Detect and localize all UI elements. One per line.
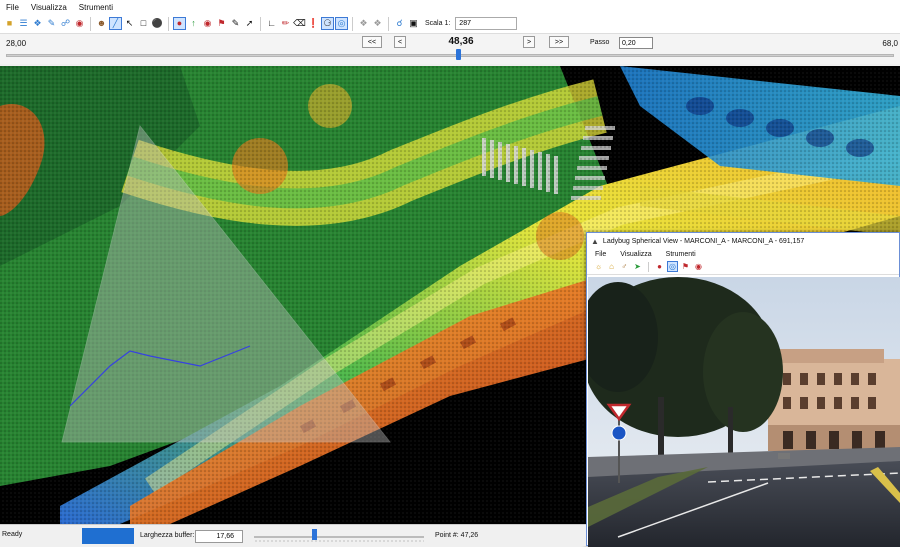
ladybug-window[interactable]: ▲ Ladybug Spherical View - MARCONI_A - M… bbox=[586, 232, 900, 547]
last-frame-button[interactable]: >> bbox=[549, 36, 569, 48]
fit-icon[interactable]: ▣ bbox=[408, 18, 419, 29]
camera-icon[interactable]: ◉ bbox=[694, 262, 703, 271]
next-frame-button[interactable]: > bbox=[523, 36, 535, 48]
current-time-value: 48,36 bbox=[448, 36, 474, 47]
move-icon[interactable]: ❖ bbox=[372, 18, 383, 29]
dot-icon[interactable]: ⚫ bbox=[152, 18, 163, 29]
step-label: Passo bbox=[590, 39, 610, 46]
buffer-slider-ticks bbox=[254, 540, 424, 542]
time-slider-track[interactable] bbox=[6, 54, 894, 57]
path-icon[interactable]: ➚ bbox=[244, 18, 255, 29]
sphere-icon[interactable]: ◎ bbox=[667, 261, 678, 272]
walk-icon[interactable]: ➤ bbox=[633, 262, 642, 271]
toolbar-separator bbox=[352, 16, 353, 31]
sphere-icon[interactable]: ◎ bbox=[335, 17, 348, 30]
up-arrow-icon[interactable]: ↑ bbox=[188, 18, 199, 29]
buffer-slider-thumb[interactable] bbox=[312, 529, 317, 540]
toolbar-separator bbox=[260, 16, 261, 31]
menu-file[interactable]: File bbox=[6, 3, 19, 12]
time-navigation-bar: 28,00 << < 48,36 > >> Passo 68,0 bbox=[0, 34, 900, 64]
pin-icon[interactable]: ❗ bbox=[308, 18, 319, 29]
pen-icon[interactable]: ✎ bbox=[230, 18, 241, 29]
first-frame-button[interactable]: << bbox=[362, 36, 382, 48]
ladybug-menu-strumenti[interactable]: Strumenti bbox=[666, 251, 696, 258]
ladybug-menu-bar: File Visualizza Strumenti bbox=[587, 249, 899, 259]
ladybug-menu-file[interactable]: File bbox=[595, 251, 606, 258]
user-icon[interactable]: ☻ bbox=[96, 18, 107, 29]
time-max-value: 68,0 bbox=[882, 39, 898, 48]
buffer-width-input[interactable] bbox=[195, 530, 243, 543]
ladybug-menu-visualizza[interactable]: Visualizza bbox=[620, 251, 651, 258]
scale-label: Scala 1: bbox=[425, 20, 451, 27]
draw-icon[interactable]: ✎ bbox=[46, 18, 57, 29]
menu-bar: File Visualizza Strumenti bbox=[0, 0, 900, 14]
select-icon[interactable]: ↖ bbox=[124, 18, 135, 29]
time-slider-thumb[interactable] bbox=[456, 49, 462, 60]
sun-icon[interactable]: ☼ bbox=[594, 262, 603, 271]
eraser-icon[interactable]: ⌫ bbox=[293, 18, 306, 29]
link-icon[interactable]: ☍ bbox=[60, 18, 71, 29]
compass-icon[interactable]: ❖ bbox=[358, 18, 369, 29]
ladybug-toolbar: ☼ ⌂ ♂ ➤ ● ◎ ⚑ ◉ bbox=[587, 259, 899, 275]
measure-icon[interactable]: ╱ bbox=[109, 17, 122, 30]
step-input[interactable] bbox=[619, 37, 653, 49]
flag-icon[interactable]: ⚑ bbox=[216, 18, 227, 29]
status-bar: Ready Larghezza buffer: Point #: 47,26 bbox=[0, 524, 586, 546]
record-icon[interactable]: ◉ bbox=[74, 18, 85, 29]
car-icon[interactable]: ⚑ bbox=[681, 262, 690, 271]
point-readout: Point #: 47,26 bbox=[435, 532, 479, 539]
menu-strumenti[interactable]: Strumenti bbox=[79, 3, 113, 12]
roundabout-sign bbox=[611, 425, 627, 441]
ruler-icon[interactable]: ∟ bbox=[266, 18, 277, 29]
box-icon[interactable]: □ bbox=[138, 18, 149, 29]
point-icon[interactable]: ⚆ bbox=[321, 17, 334, 30]
ladybug-app-icon: ▲ bbox=[591, 236, 599, 246]
record-icon[interactable]: ● bbox=[655, 262, 664, 271]
scale-input[interactable] bbox=[455, 17, 518, 30]
person-icon[interactable]: ♂ bbox=[620, 262, 629, 271]
buffer-width-label: Larghezza buffer: bbox=[140, 532, 195, 539]
ladybug-titlebar[interactable]: ▲ Ladybug Spherical View - MARCONI_A - M… bbox=[587, 233, 899, 249]
status-ready-text: Ready bbox=[2, 531, 23, 538]
spherical-photo[interactable] bbox=[588, 277, 900, 547]
buffer-slider-track[interactable] bbox=[254, 536, 424, 538]
menu-visualizza[interactable]: Visualizza bbox=[31, 3, 67, 12]
pencil-icon[interactable]: ✏ bbox=[280, 18, 291, 29]
toolbar-separator bbox=[90, 16, 91, 31]
time-min-value: 28,00 bbox=[6, 39, 27, 48]
toolbar-separator bbox=[168, 16, 169, 31]
main-toolbar: ■ ☰ ❖ ✎ ☍ ◉ ☻ ╱ ↖ □ ⚫ ● ↑ ◉ ⚑ ✎ ➚ ∟ ✏ ⌫ … bbox=[0, 14, 900, 34]
toolbar-separator bbox=[648, 261, 649, 272]
active-camera-icon[interactable]: ● bbox=[173, 17, 186, 30]
toolbar-separator bbox=[388, 16, 389, 31]
layers-icon[interactable]: ☰ bbox=[18, 18, 29, 29]
ladybug-title: Ladybug Spherical View - MARCONI_A - MAR… bbox=[602, 237, 805, 245]
target-icon[interactable]: ◉ bbox=[202, 18, 213, 29]
tree-icon[interactable]: ❖ bbox=[32, 18, 43, 29]
street-photo bbox=[588, 277, 900, 547]
home-icon[interactable]: ⌂ bbox=[607, 262, 616, 271]
prev-frame-button[interactable]: < bbox=[394, 36, 406, 48]
open-folder-icon[interactable]: ■ bbox=[4, 18, 15, 29]
zoom-icon[interactable]: ☌ bbox=[394, 18, 405, 29]
buffer-color-swatch[interactable] bbox=[82, 528, 134, 544]
